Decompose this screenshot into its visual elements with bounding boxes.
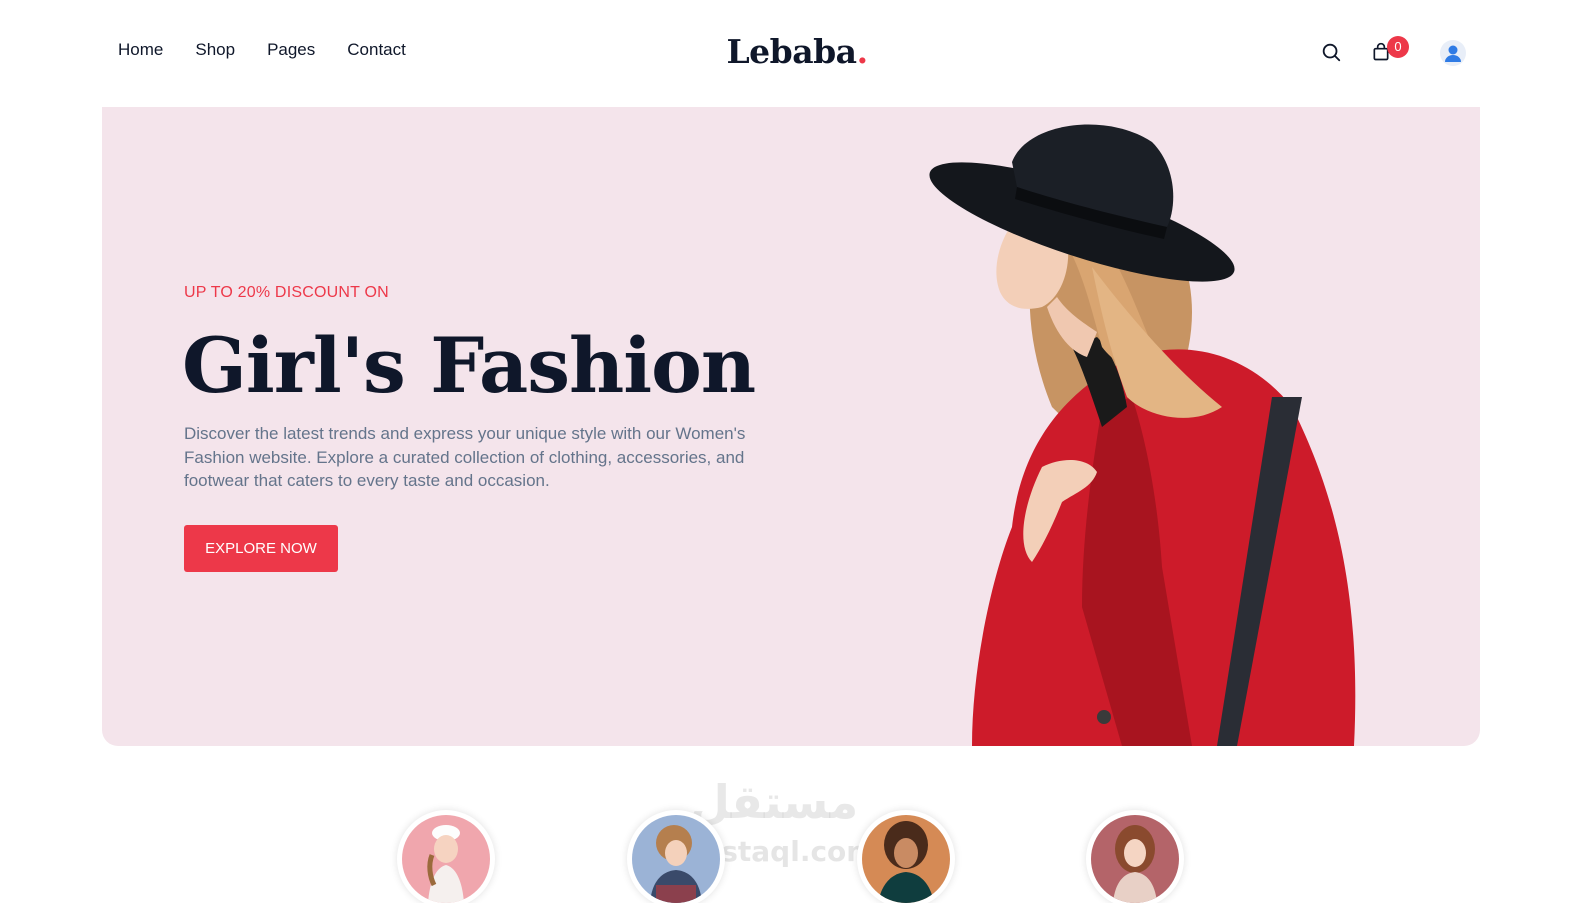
watermark-logo: مستقل (690, 775, 859, 829)
site-header: Home Shop Pages Contact Lebaba. 0 (0, 0, 1594, 106)
category-item[interactable] (397, 810, 495, 903)
explore-now-button[interactable]: EXPLORE NOW (184, 525, 338, 572)
header-actions: 0 (0, 36, 1594, 76)
category-image (862, 815, 950, 903)
category-image (632, 815, 720, 903)
hero-title: Girl's Fashion (182, 321, 756, 410)
category-image (402, 815, 490, 903)
search-icon[interactable] (1320, 41, 1342, 63)
hero-banner: UP TO 20% DISCOUNT ON Girl's Fashion Dis… (102, 107, 1480, 746)
hero-subtitle: UP TO 20% DISCOUNT ON (184, 284, 389, 301)
user-icon[interactable] (1440, 40, 1466, 66)
hero-model-image (929, 124, 1356, 746)
watermark-url: ostaql.com (702, 835, 876, 868)
category-image (1091, 815, 1179, 903)
category-item[interactable] (627, 810, 725, 903)
cart-count-badge: 0 (1387, 36, 1409, 58)
hero-description: Discover the latest trends and express y… (184, 424, 746, 490)
category-item[interactable] (1086, 810, 1184, 903)
category-item[interactable] (857, 810, 955, 903)
